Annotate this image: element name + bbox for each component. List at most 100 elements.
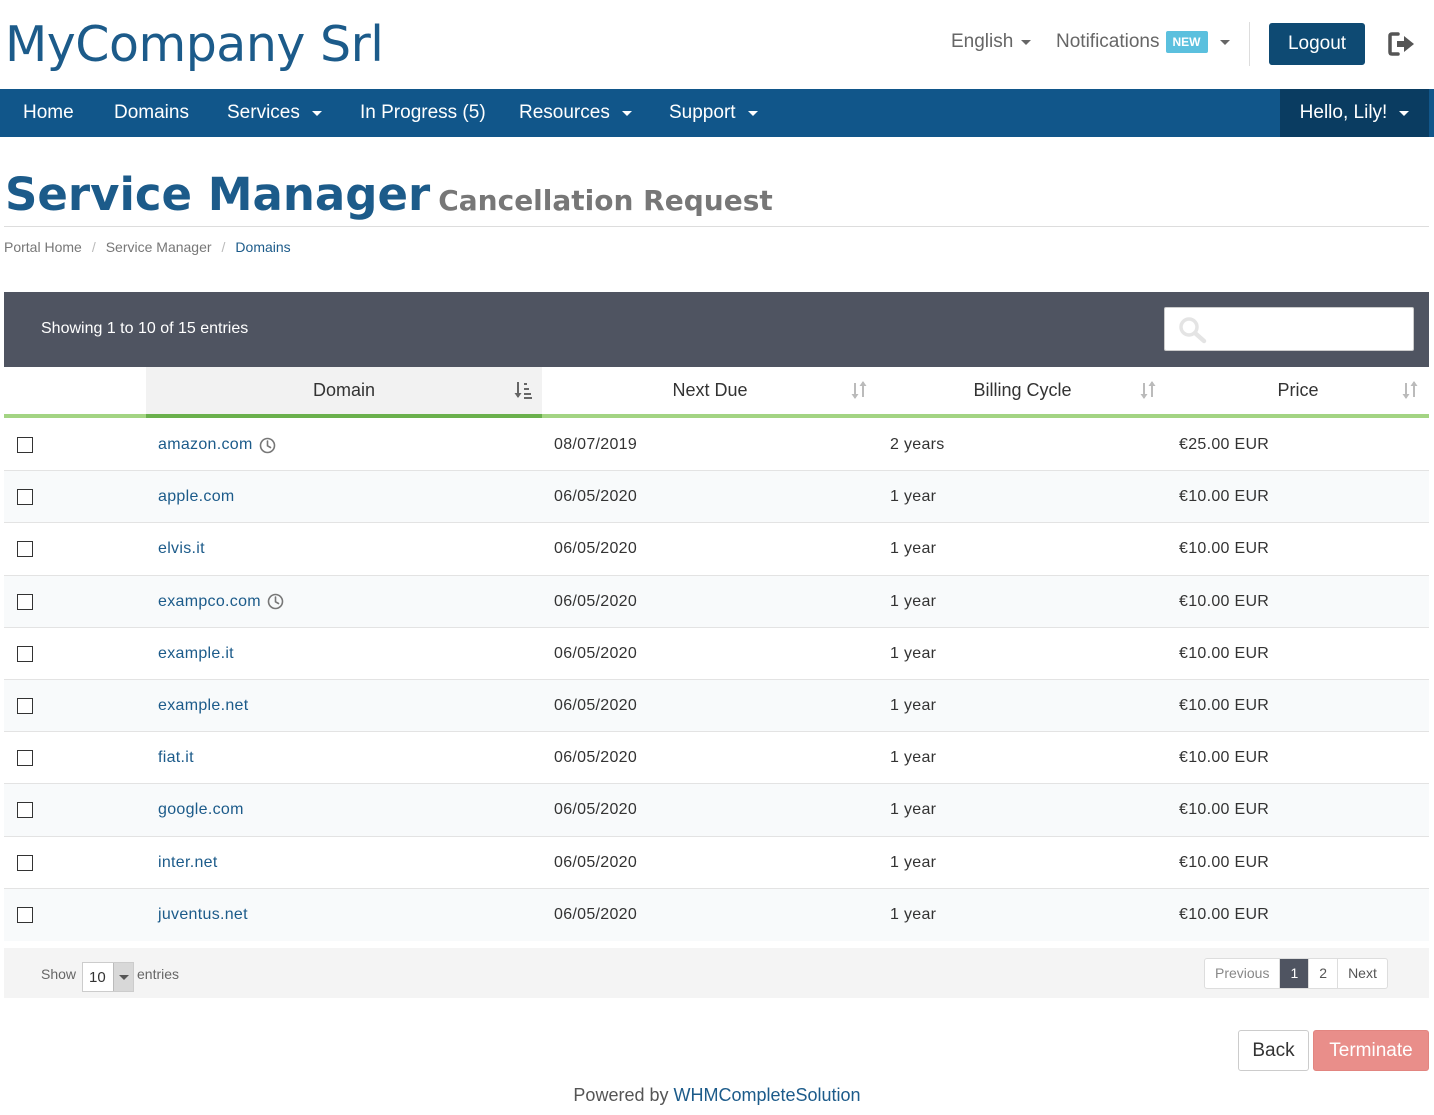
domain-link[interactable]: juventus.net	[158, 889, 248, 941]
logout-button[interactable]: Logout	[1269, 23, 1365, 65]
pagination: Previous 1 2 Next	[1204, 958, 1388, 989]
column-price-label: Price	[1277, 380, 1319, 400]
next-due-date: 06/05/2020	[554, 749, 638, 767]
row-checkbox[interactable]	[17, 645, 33, 662]
top-header: MyCompany Srl English Notifications NEW …	[0, 0, 1434, 89]
breadcrumb-portal-home[interactable]: Portal Home	[4, 239, 82, 255]
nav-domains[interactable]: Domains	[114, 89, 189, 137]
billing-cycle: 1 year	[890, 749, 937, 767]
sort-icon	[851, 381, 867, 399]
table-row: exampco.com 06/05/2020 1 year €10.00 EUR	[4, 575, 1429, 628]
domain-link[interactable]: example.net	[158, 680, 248, 732]
entries-label: entries	[137, 966, 180, 982]
clock-icon	[267, 593, 284, 610]
next-due-date: 06/05/2020	[554, 592, 638, 610]
back-button[interactable]: Back	[1238, 1030, 1309, 1071]
row-checkbox[interactable]	[17, 593, 33, 610]
column-header-price[interactable]: Price	[1167, 367, 1429, 418]
user-menu[interactable]: Hello, Lily!	[1280, 89, 1429, 137]
pagination-page-2[interactable]: 2	[1309, 959, 1339, 988]
header-divider	[1249, 22, 1250, 66]
billing-cycle: 1 year	[890, 644, 937, 662]
next-due-date: 08/07/2019	[554, 436, 638, 453]
chevron-down-icon	[113, 963, 133, 991]
nav-services[interactable]: Services	[227, 89, 322, 137]
price: €10.00 EUR	[1179, 592, 1270, 610]
entries-info: Showing 1 to 10 of 15 entries	[41, 320, 249, 337]
search-field[interactable]	[1164, 307, 1414, 351]
billing-cycle: 1 year	[890, 488, 937, 506]
whmcs-link[interactable]: WHMCompleteSolution	[674, 1085, 861, 1105]
domain-link[interactable]: exampco.com	[158, 576, 284, 628]
domain-link[interactable]: apple.com	[158, 471, 235, 523]
chevron-down-icon	[747, 110, 758, 116]
billing-cycle: 1 year	[890, 801, 937, 819]
breadcrumb-separator: /	[221, 239, 226, 255]
search-input[interactable]	[1211, 316, 1406, 342]
next-due-date: 06/05/2020	[554, 644, 638, 662]
domain-link[interactable]: google.com	[158, 784, 244, 836]
main-navbar: Home Domains Services In Progress (5) Re…	[0, 89, 1434, 137]
column-header-next-due[interactable]: Next Due	[542, 367, 878, 418]
table-row: apple.com 06/05/2020 1 year €10.00 EUR	[4, 471, 1429, 524]
domain-name: juventus.net	[158, 905, 248, 923]
nav-home[interactable]: Home	[23, 89, 74, 137]
row-checkbox[interactable]	[17, 697, 33, 714]
nav-home-label: Home	[23, 102, 74, 123]
pagination-next[interactable]: Next	[1338, 959, 1387, 988]
price: €10.00 EUR	[1179, 540, 1270, 558]
column-header-billing-cycle[interactable]: Billing Cycle	[878, 367, 1167, 418]
language-dropdown[interactable]: English	[951, 31, 1032, 53]
domain-link[interactable]: example.it	[158, 628, 234, 680]
domain-link[interactable]: inter.net	[158, 837, 218, 889]
chevron-down-icon	[1021, 39, 1032, 45]
pagination-page-1[interactable]: 1	[1280, 959, 1310, 988]
nav-in-progress-label: In Progress (5)	[360, 102, 486, 123]
domain-name: example.it	[158, 644, 234, 662]
row-checkbox[interactable]	[17, 854, 33, 871]
row-checkbox[interactable]	[17, 750, 33, 767]
domain-name: elvis.it	[158, 540, 205, 558]
page-title: Service Manager Cancellation Request	[5, 168, 773, 221]
domain-link[interactable]: amazon.com	[158, 419, 276, 471]
company-logo[interactable]: MyCompany Srl	[5, 16, 384, 73]
domain-link[interactable]: fiat.it	[158, 732, 194, 784]
price: €25.00 EUR	[1179, 436, 1270, 453]
breadcrumb: Portal Home / Service Manager / Domains	[4, 239, 291, 255]
terminate-button[interactable]: Terminate	[1313, 1030, 1429, 1071]
table-header: Domain Next Due Billing Cycle Price	[4, 367, 1429, 419]
notifications-dropdown[interactable]: Notifications NEW	[1056, 31, 1230, 53]
row-checkbox[interactable]	[17, 437, 33, 453]
nav-resources[interactable]: Resources	[519, 89, 632, 137]
row-checkbox[interactable]	[17, 489, 33, 506]
domain-link[interactable]: elvis.it	[158, 523, 205, 575]
language-label: English	[951, 31, 1014, 52]
nav-support-label: Support	[669, 102, 736, 123]
sort-ascending-icon	[514, 382, 532, 399]
new-badge: NEW	[1165, 31, 1208, 53]
chevron-down-icon	[1219, 39, 1230, 45]
sign-out-icon[interactable]	[1388, 31, 1416, 57]
price: €10.00 EUR	[1179, 488, 1270, 506]
nav-in-progress[interactable]: In Progress (5)	[360, 89, 486, 137]
row-checkbox[interactable]	[17, 802, 33, 819]
page-length-select[interactable]: 10	[82, 962, 134, 992]
breadcrumb-service-manager[interactable]: Service Manager	[106, 239, 212, 255]
price: €10.00 EUR	[1179, 801, 1270, 819]
price: €10.00 EUR	[1179, 853, 1270, 871]
search-icon	[1179, 317, 1207, 344]
column-header-domain[interactable]: Domain	[146, 367, 542, 418]
nav-resources-label: Resources	[519, 102, 610, 123]
next-due-date: 06/05/2020	[554, 696, 638, 714]
table-row: elvis.it 06/05/2020 1 year €10.00 EUR	[4, 523, 1429, 576]
billing-cycle: 1 year	[890, 905, 937, 923]
domain-name: amazon.com	[158, 436, 253, 453]
notifications-label: Notifications	[1056, 31, 1160, 52]
row-checkbox[interactable]	[17, 906, 33, 923]
nav-support[interactable]: Support	[669, 89, 758, 137]
sort-icon	[1140, 381, 1156, 399]
breadcrumb-separator: /	[91, 239, 96, 255]
page-length-value: 10	[89, 968, 106, 986]
pagination-previous[interactable]: Previous	[1205, 959, 1281, 988]
row-checkbox[interactable]	[17, 541, 33, 558]
